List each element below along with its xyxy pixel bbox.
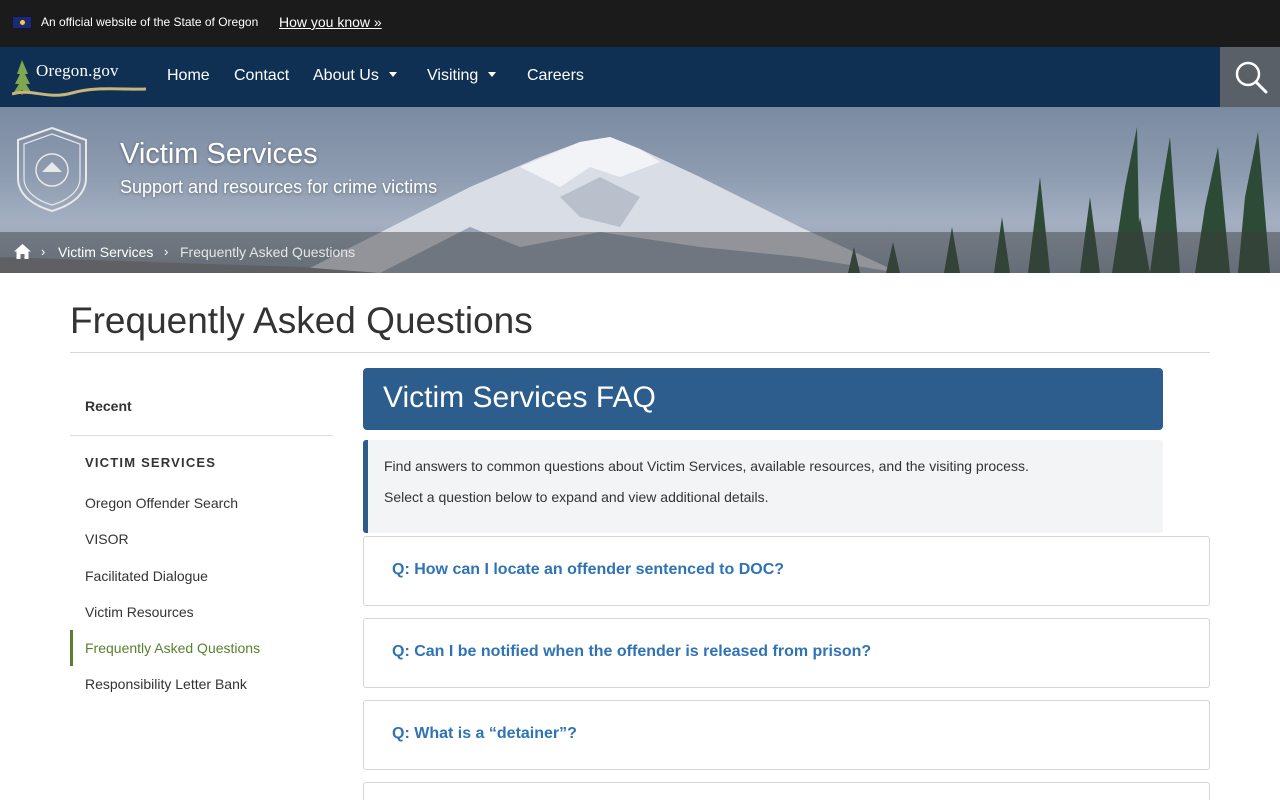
chevron-right-icon: › — [41, 244, 46, 259]
sidebar-item-oregon-offender-search[interactable]: Oregon Offender Search — [85, 495, 238, 511]
breadcrumb-victim-services[interactable]: Victim Services — [58, 244, 153, 260]
faq-question-card[interactable]: Q: What is a “detainer”? — [363, 700, 1210, 770]
chevron-down-icon — [488, 72, 497, 77]
faq-question-card[interactable]: Q: How can I locate an offender sentence… — [363, 536, 1210, 606]
oregon-doc-seal-icon — [14, 126, 90, 213]
divider — [70, 352, 1210, 353]
sidebar-heading: VICTIM SERVICES — [85, 455, 217, 470]
how-you-know-link[interactable]: How you know » — [279, 14, 382, 30]
chevron-down-icon — [388, 72, 397, 77]
breadcrumb-current: Frequently Asked Questions — [180, 244, 356, 260]
sidebar-item-responsibility-letter-bank[interactable]: Responsibility Letter Bank — [85, 676, 247, 692]
oregon-flag-icon — [12, 16, 32, 29]
divider — [70, 435, 333, 436]
chevron-right-icon: › — [164, 244, 169, 259]
official-banner: An official website of the State of Oreg… — [0, 0, 1280, 47]
intro-text: Select a question below to expand and vi… — [384, 489, 769, 505]
logo-text: Oregon.gov — [36, 61, 119, 80]
hero-title: Victim Services — [120, 138, 318, 170]
official-website-text: An official website of the State of Oreg… — [41, 15, 259, 29]
hero-subtitle: Support and resources for crime victims — [120, 177, 438, 197]
faq-question[interactable]: Q: Can I be notified when the offender i… — [392, 643, 871, 661]
sidebar-item-faq[interactable]: Frequently Asked Questions — [85, 640, 260, 656]
intro-text: Find answers to common questions about V… — [384, 458, 1029, 474]
oregon-gov-logo[interactable]: Oregon.gov — [11, 56, 147, 98]
breadcrumb: › Victim Services › Frequently Asked Que… — [0, 232, 1280, 273]
sidebar-recent[interactable]: Recent — [85, 398, 132, 414]
nav-home[interactable]: Home — [167, 67, 210, 85]
nav-about-us[interactable]: About Us — [313, 67, 397, 85]
faq-header-title: Victim Services FAQ — [383, 381, 656, 414]
search-button[interactable] — [1220, 47, 1280, 107]
active-indicator — [70, 630, 73, 666]
sidebar-item-visor[interactable]: VISOR — [85, 531, 129, 547]
faq-question-card[interactable]: Q: Can I be notified when the offender i… — [363, 618, 1210, 688]
main-navbar: Oregon.gov Home Contact About Us Visitin… — [0, 47, 1280, 107]
search-icon — [1235, 61, 1268, 94]
faq-question[interactable]: Q: How can I locate an offender sentence… — [392, 561, 784, 579]
nav-careers[interactable]: Careers — [527, 67, 584, 85]
faq-question-card[interactable] — [363, 782, 1210, 800]
home-icon[interactable] — [14, 244, 31, 264]
faq-question[interactable]: Q: What is a “detainer”? — [392, 725, 577, 743]
sidebar-item-facilitated-dialogue[interactable]: Facilitated Dialogue — [85, 568, 208, 584]
sidebar-item-victim-resources[interactable]: Victim Resources — [85, 604, 194, 620]
faq-header: Victim Services FAQ — [363, 368, 1163, 430]
hero-banner: Victim Services Support and resources fo… — [0, 107, 1280, 273]
nav-visiting[interactable]: Visiting — [427, 67, 497, 85]
nav-contact[interactable]: Contact — [234, 67, 289, 85]
page-title: Frequently Asked Questions — [70, 300, 533, 341]
intro-callout: Find answers to common questions about V… — [363, 440, 1163, 533]
